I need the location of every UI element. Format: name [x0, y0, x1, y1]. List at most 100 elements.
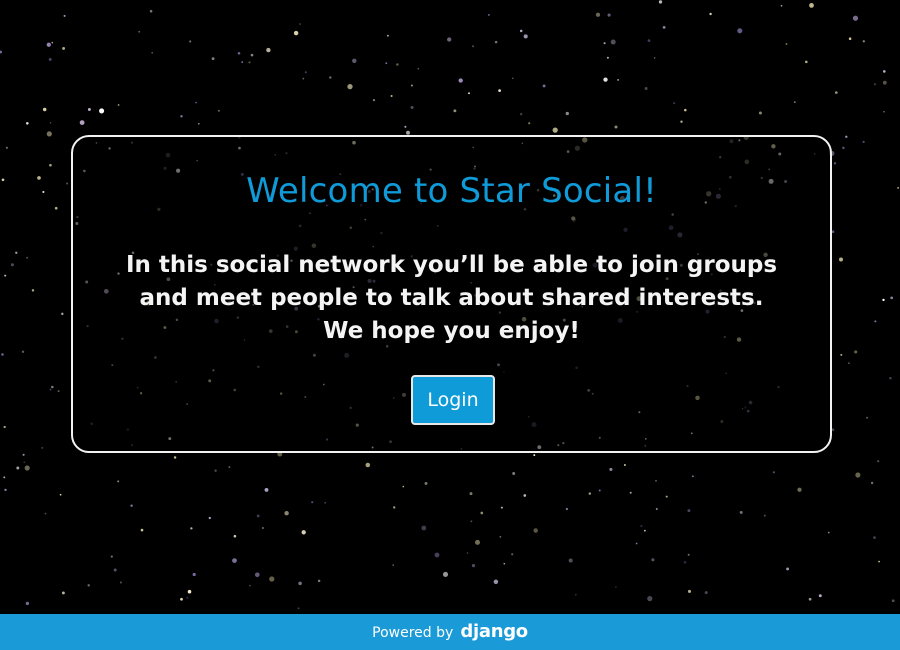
star: [655, 507, 658, 511]
django-logo[interactable]: django: [460, 621, 528, 642]
star: [691, 475, 694, 478]
star: [598, 489, 601, 492]
star: [878, 560, 880, 563]
star: [653, 57, 656, 59]
star: [453, 109, 457, 113]
star: [254, 572, 260, 578]
star: [0, 50, 3, 54]
star: [3, 476, 6, 479]
star: [130, 504, 133, 507]
star: [827, 531, 830, 534]
star: [228, 466, 231, 469]
star: [10, 263, 14, 267]
star: [51, 385, 54, 389]
star: [15, 251, 18, 254]
star: [186, 596, 189, 599]
star: [180, 115, 183, 118]
star: [709, 12, 712, 16]
star: [424, 481, 428, 485]
star: [434, 552, 440, 558]
star: [520, 113, 523, 116]
star: [623, 464, 626, 466]
star: [42, 190, 45, 194]
star: [66, 182, 69, 185]
star: [261, 526, 265, 530]
star: [458, 78, 463, 83]
star: [890, 296, 894, 300]
star: [469, 492, 473, 496]
login-button[interactable]: Login: [411, 375, 495, 425]
star: [329, 76, 332, 79]
star: [494, 40, 498, 44]
star: [117, 104, 120, 106]
star: [739, 510, 743, 514]
star: [16, 466, 20, 470]
star: [533, 528, 538, 533]
star: [365, 462, 371, 468]
star: [499, 536, 502, 538]
star: [151, 51, 154, 54]
star: [1, 178, 5, 182]
star: [644, 87, 648, 90]
star: [393, 506, 396, 509]
star: [180, 597, 183, 601]
star: [855, 472, 861, 478]
star: [404, 125, 407, 128]
star: [640, 524, 643, 528]
star: [372, 99, 376, 102]
star: [113, 568, 117, 572]
star: [845, 135, 848, 139]
star: [687, 589, 692, 593]
star: [552, 127, 558, 133]
star: [873, 536, 876, 539]
star: [211, 57, 215, 61]
star: [831, 428, 835, 431]
star: [833, 162, 837, 165]
page: Welcome to Star Social! In this social n…: [0, 0, 900, 650]
star: [471, 563, 476, 568]
star: [324, 501, 327, 504]
star: [758, 111, 762, 115]
footer-powered-by: Powered by: [372, 625, 454, 641]
star: [248, 61, 251, 64]
welcome-title: Welcome to Star Social!: [246, 171, 657, 211]
star: [647, 39, 651, 42]
star: [785, 43, 788, 45]
star: [877, 460, 880, 463]
star: [665, 495, 668, 498]
star: [617, 79, 619, 81]
star: [797, 487, 802, 492]
star: [647, 595, 653, 602]
star: [256, 514, 260, 518]
star: [59, 493, 62, 496]
star: [511, 553, 514, 556]
star: [87, 108, 91, 111]
star: [214, 469, 217, 472]
star: [468, 92, 470, 95]
star: [217, 109, 220, 112]
star: [232, 558, 237, 563]
star: [298, 581, 302, 586]
star: [417, 67, 420, 70]
star: [41, 446, 44, 449]
star: [442, 571, 449, 577]
star: [808, 597, 812, 601]
star: [22, 453, 25, 456]
star: [882, 80, 887, 85]
star: [839, 257, 843, 262]
star: [352, 58, 357, 64]
star: [629, 491, 632, 494]
star: [523, 34, 528, 39]
star: [737, 28, 743, 34]
star: [208, 516, 211, 520]
star: [862, 40, 865, 43]
star: [842, 146, 845, 150]
star: [447, 37, 452, 42]
star: [780, 4, 783, 7]
star: [301, 530, 306, 535]
star: [117, 480, 120, 483]
star: [304, 71, 307, 74]
star: [882, 70, 886, 73]
star: [568, 558, 573, 563]
star: [542, 84, 546, 88]
